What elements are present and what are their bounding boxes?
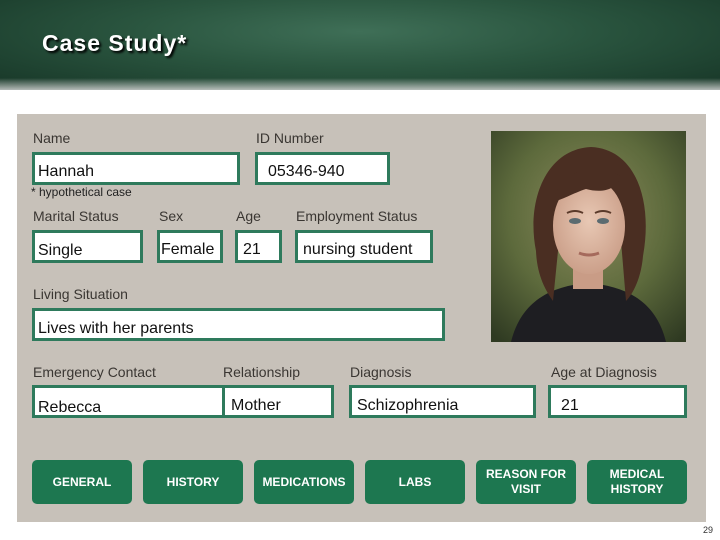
marital-status-label: Marital Status — [33, 208, 119, 224]
emergency-contact-field[interactable]: Rebecca — [32, 385, 236, 418]
age-at-diagnosis-field[interactable]: 21 — [548, 385, 687, 418]
hypothetical-note: * hypothetical case — [31, 185, 132, 199]
living-situation-field[interactable]: Lives with her parents — [32, 308, 445, 341]
labs-button[interactable]: LABS — [365, 460, 465, 504]
relationship-field[interactable]: Mother — [222, 385, 334, 418]
age-field[interactable]: 21 — [235, 230, 282, 263]
page-number: 29 — [702, 525, 713, 535]
employment-status-field[interactable]: nursing student — [295, 230, 433, 263]
marital-status-field[interactable]: Single — [32, 230, 143, 263]
relationship-label: Relationship — [223, 364, 301, 380]
patient-photo — [491, 131, 686, 342]
age-label: Age — [236, 208, 261, 224]
slide-header: Case Study* — [0, 0, 720, 90]
history-button[interactable]: HISTORY — [143, 460, 243, 504]
diagnosis-field[interactable]: Schizophrenia — [349, 385, 536, 418]
slide-title: Case Study* — [42, 30, 188, 56]
name-field[interactable]: Hannah — [32, 152, 240, 185]
living-situation-label: Living Situation — [33, 286, 128, 302]
medical-history-button[interactable]: MEDICAL HISTORY — [587, 460, 687, 504]
id-number-label: ID Number — [256, 130, 324, 146]
general-button[interactable]: GENERAL — [32, 460, 132, 504]
id-number-field[interactable]: 05346-940 — [255, 152, 390, 185]
sex-field[interactable]: Female — [157, 230, 223, 263]
sex-label: Sex — [159, 208, 184, 224]
patient-portrait-icon — [491, 131, 686, 342]
reason-for-visit-button[interactable]: REASON FOR VISIT — [476, 460, 576, 504]
name-label: Name — [33, 130, 71, 146]
medications-button[interactable]: MEDICATIONS — [254, 460, 354, 504]
emergency-contact-label: Emergency Contact — [33, 364, 156, 380]
age-at-diagnosis-label: Age at Diagnosis — [551, 364, 657, 380]
employment-status-label: Employment Status — [296, 208, 418, 224]
diagnosis-label: Diagnosis — [350, 364, 412, 380]
